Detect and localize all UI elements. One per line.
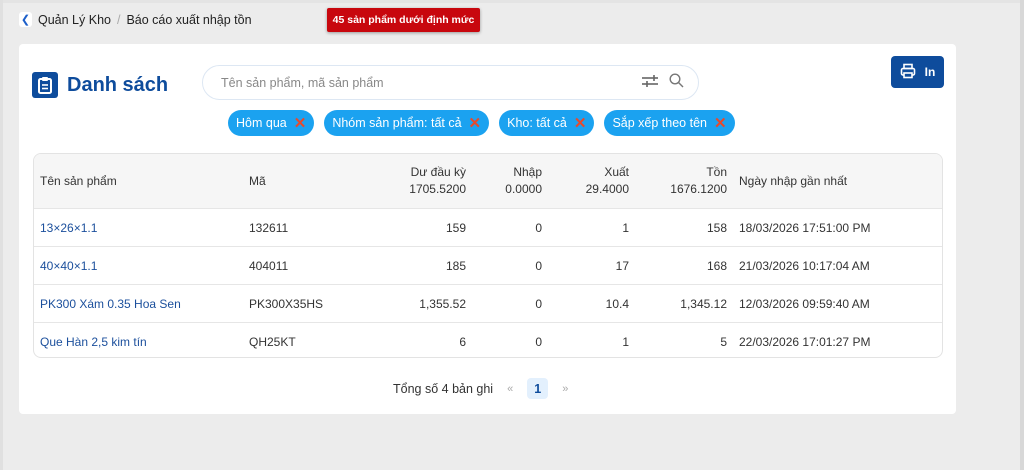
list-card: Danh sách In Hôm qua ✕ Nhóm sản phẩm: tất… — [19, 44, 956, 414]
cell-code: PK300X35HS — [249, 296, 324, 311]
close-icon[interactable]: ✕ — [469, 114, 482, 132]
filter-sliders-icon[interactable] — [641, 74, 659, 92]
col-code[interactable]: Mã — [249, 173, 369, 190]
print-label: In — [924, 65, 936, 79]
col-label: Tồn — [706, 165, 727, 179]
printer-icon — [900, 63, 916, 82]
chip-label: Sắp xếp theo tên — [612, 116, 707, 130]
col-total: 1705.5200 — [409, 182, 466, 196]
table-row: Que Hàn 2,5 kim tín QH25KT 6 0 1 5 22/03… — [34, 322, 942, 357]
col-label: Xuất — [604, 165, 629, 179]
col-stock[interactable]: Tồn 1676.1200 — [629, 164, 727, 198]
col-total: 0.0000 — [505, 182, 542, 196]
breadcrumb-separator: / — [116, 12, 121, 27]
cell-date: 22/03/2026 17:01:27 PM — [739, 334, 871, 349]
cell-opening: 185 — [445, 258, 466, 273]
cell-date: 12/03/2026 09:59:40 AM — [739, 296, 870, 311]
scrollbar[interactable] — [1020, 0, 1024, 470]
left-border — [0, 0, 3, 470]
filter-chip-group[interactable]: Nhóm sản phẩm: tất cả ✕ — [324, 110, 490, 136]
cell-opening: 6 — [459, 334, 466, 349]
col-opening[interactable]: Dư đầu kỳ 1705.5200 — [369, 164, 466, 198]
search-input[interactable] — [221, 75, 641, 90]
close-icon[interactable]: ✕ — [574, 114, 587, 132]
cell-stock: 5 — [720, 334, 727, 349]
back-chevron-icon[interactable]: ❮ — [19, 12, 32, 27]
breadcrumb-current: Báo cáo xuất nhập tồn — [126, 12, 252, 27]
filter-chip-warehouse[interactable]: Kho: tất cả ✕ — [499, 110, 595, 136]
col-in[interactable]: Nhập 0.0000 — [466, 164, 542, 198]
cell-stock: 1,345.12 — [680, 296, 727, 311]
table-row: 13×26×1.1 132611 159 0 1 158 18/03/2026 … — [34, 208, 942, 246]
col-last-import[interactable]: Ngày nhập gần nhất — [727, 173, 847, 190]
col-label: Nhập — [513, 165, 542, 179]
cell-code: 132611 — [249, 220, 289, 235]
low-stock-alert-badge[interactable]: 45 sản phẩm dưới định mức — [327, 8, 480, 32]
cell-stock: 168 — [706, 258, 727, 273]
cell-date: 18/03/2026 17:51:00 PM — [739, 220, 871, 235]
product-link[interactable]: 13×26×1.1 — [34, 221, 249, 235]
top-border — [0, 0, 1024, 3]
cell-out: 17 — [615, 258, 629, 273]
chip-label: Hôm qua — [236, 116, 287, 130]
col-out[interactable]: Xuất 29.4000 — [542, 164, 629, 198]
col-total: 1676.1200 — [670, 182, 727, 196]
cell-opening: 1,355.52 — [419, 296, 466, 311]
next-page-button[interactable]: » — [562, 383, 568, 395]
cell-code: 404011 — [249, 258, 289, 273]
breadcrumb-root[interactable]: Quản Lý Kho — [38, 13, 111, 27]
table-header: Tên sản phẩm Mã Dư đầu kỳ 1705.5200 Nhập 0… — [34, 154, 942, 208]
clipboard-icon — [32, 72, 58, 98]
cell-out: 10.4 — [605, 296, 629, 311]
page-1-button[interactable]: 1 — [527, 378, 549, 399]
table-row: PK300 Xám 0.35 Hoa Sen PK300X35HS 1,355.… — [34, 284, 942, 322]
breadcrumb: ❮ Quản Lý Kho / Báo cáo xuất nhập tồn — [19, 12, 252, 27]
cell-opening: 159 — [445, 220, 466, 235]
cell-out: 1 — [622, 220, 629, 235]
filter-chip-date[interactable]: Hôm qua ✕ — [228, 110, 315, 136]
col-label: Dư đầu kỳ — [410, 165, 466, 179]
chip-label: Nhóm sản phẩm: tất cả — [332, 116, 462, 130]
chip-label: Kho: tất cả — [507, 116, 567, 130]
page-title-text: Danh sách — [67, 73, 169, 96]
cell-in: 0 — [535, 220, 542, 235]
filter-chips: Hôm qua ✕ Nhóm sản phẩm: tất cả ✕ Kho: tất… — [228, 110, 735, 136]
cell-in: 0 — [535, 334, 542, 349]
cell-date: 21/03/2026 10:17:04 AM — [739, 258, 870, 273]
cell-stock: 158 — [706, 220, 727, 235]
col-total: 29.4000 — [585, 182, 629, 196]
product-link[interactable]: 40×40×1.1 — [34, 259, 249, 273]
close-icon[interactable]: ✕ — [294, 114, 307, 132]
filter-chip-sort[interactable]: Sắp xếp theo tên ✕ — [604, 110, 735, 136]
cell-in: 0 — [535, 296, 542, 311]
prev-page-button[interactable]: « — [507, 383, 513, 395]
product-link[interactable]: Que Hàn 2,5 kim tín — [34, 335, 249, 349]
col-name[interactable]: Tên sản phẩm — [34, 173, 249, 190]
inventory-table: Tên sản phẩm Mã Dư đầu kỳ 1705.5200 Nhập 0… — [33, 153, 943, 358]
product-link[interactable]: PK300 Xám 0.35 Hoa Sen — [34, 297, 249, 311]
cell-code: QH25KT — [249, 334, 296, 349]
cell-in: 0 — [535, 258, 542, 273]
table-row: 40×40×1.1 404011 185 0 17 168 21/03/2026… — [34, 246, 942, 284]
search-icon[interactable] — [669, 73, 684, 92]
page-title: Danh sách — [32, 72, 168, 98]
total-records: Tổng số 4 bản ghi — [393, 381, 494, 396]
print-button[interactable]: In — [891, 56, 944, 88]
pagination: Tổng số 4 bản ghi « 1 » — [393, 378, 568, 399]
cell-out: 1 — [622, 334, 629, 349]
close-icon[interactable]: ✕ — [714, 114, 727, 132]
search-box — [202, 65, 699, 100]
